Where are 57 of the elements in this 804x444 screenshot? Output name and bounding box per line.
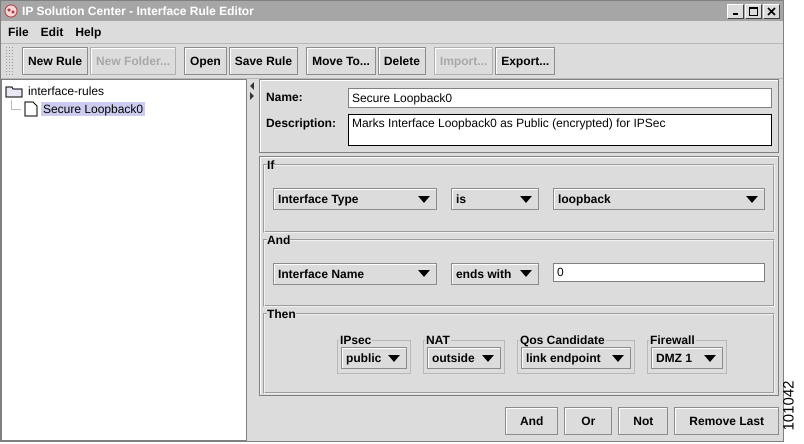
logic-button[interactable]: Or (564, 407, 612, 435)
name-field[interactable]: Secure Loopback0 (348, 88, 772, 108)
tree-connector-line (11, 100, 21, 110)
caret-icon (418, 196, 430, 203)
dropdown[interactable]: link endpoint (521, 347, 631, 369)
dropdown[interactable]: Interface Name (273, 262, 437, 285)
logic-button[interactable]: Remove Last (674, 407, 779, 435)
toolbar-button[interactable]: New Rule (22, 47, 88, 75)
group-label: Firewall (649, 333, 696, 347)
folder-icon (5, 84, 23, 98)
dropdown[interactable]: DMZ 1 (651, 347, 723, 369)
menu-item[interactable]: Help (75, 25, 102, 39)
document-icon (24, 101, 38, 117)
toolbar-button[interactable]: Delete (378, 47, 426, 75)
section-title: Then (267, 307, 296, 321)
logic-button[interactable]: And (504, 407, 558, 435)
caret-icon (612, 354, 624, 362)
dropdown[interactable]: outside (427, 347, 501, 369)
dropdown[interactable]: ends with (451, 262, 539, 285)
toolbar-button[interactable]: Move To... (306, 47, 376, 75)
group-label: NAT (425, 333, 451, 347)
menu-item[interactable]: Edit (40, 25, 64, 39)
field-label: Description: (266, 115, 338, 130)
field-label: Name: (266, 89, 304, 104)
dropdown[interactable]: Interface Type (273, 188, 437, 210)
caret-icon (418, 270, 430, 278)
collapse-arrows-icon[interactable] (249, 81, 256, 101)
toolbar-button[interactable]: Open (184, 47, 227, 75)
description-field[interactable]: Marks Interface Loopback0 as Public (encrypted) for IPSec (348, 114, 772, 146)
group-label: IPsec (339, 333, 372, 347)
maximize-icon (749, 6, 758, 16)
caret-icon (520, 196, 532, 203)
toolbar-button[interactable]: Export... (495, 47, 556, 75)
tree-item[interactable]: Secure Loopback0 (41, 102, 146, 116)
logic-button[interactable]: Not (618, 407, 668, 435)
caret-icon (520, 270, 532, 278)
app-icon (4, 4, 18, 18)
group-label: Qos Candidate (519, 333, 606, 347)
section-title: And (267, 232, 290, 246)
value-field[interactable]: 0 (553, 262, 765, 282)
toolbar-button[interactable]: Save Rule (228, 47, 298, 75)
dropdown[interactable]: loopback (553, 188, 765, 210)
dropdown[interactable]: public (341, 347, 407, 369)
menu-item[interactable]: File (8, 25, 29, 39)
window-title: IP Solution Center - Interface Rule Editor (22, 4, 255, 18)
close-button[interactable] (763, 4, 780, 18)
close-icon (767, 6, 776, 16)
section-title: If (267, 158, 274, 172)
dropdown[interactable]: is (451, 188, 539, 210)
tree-item[interactable]: interface-rules (26, 84, 106, 98)
caret-icon (704, 354, 716, 362)
caret-icon (482, 354, 494, 362)
maximize-button[interactable] (745, 4, 762, 18)
caret-icon (746, 196, 758, 203)
minimize-button[interactable] (727, 4, 744, 18)
figure-number: 101042 (780, 380, 798, 431)
caret-icon (388, 354, 400, 362)
